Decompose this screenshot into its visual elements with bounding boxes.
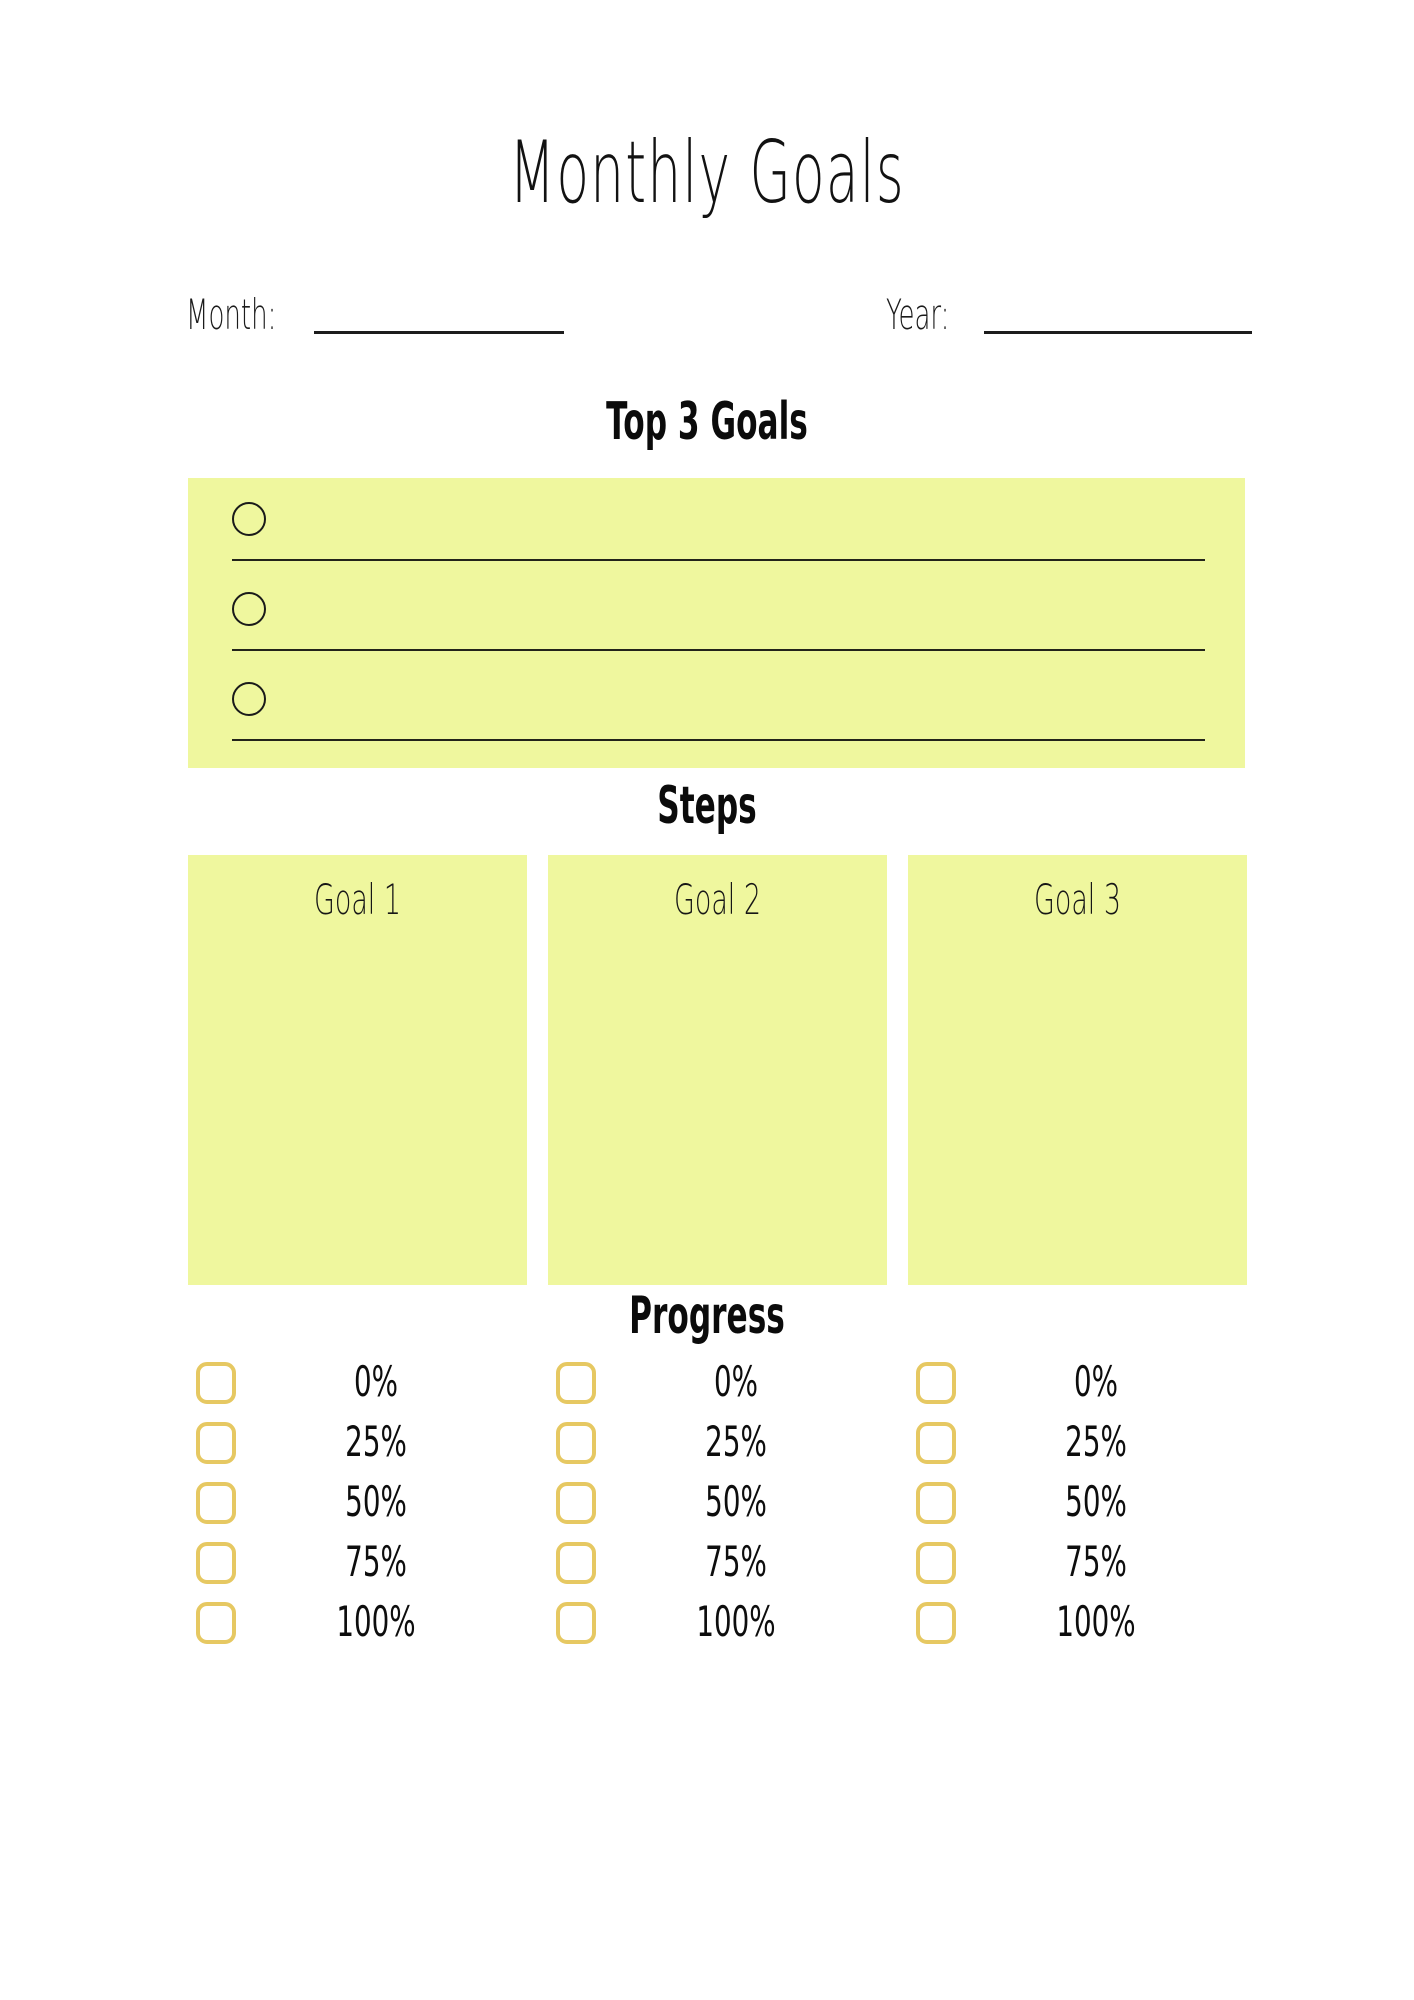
progress-option-label: 100% [336, 1597, 416, 1646]
progress-option[interactable]: 0% [908, 1357, 1247, 1408]
progress-option-label: 0% [354, 1357, 398, 1406]
month-field[interactable]: Month: [186, 290, 564, 339]
progress-option-label: 0% [1074, 1357, 1118, 1406]
steps-column-label: Goal 2 [674, 875, 761, 924]
checkbox-icon[interactable] [556, 1422, 596, 1464]
checkbox-icon[interactable] [916, 1542, 956, 1584]
progress-option[interactable]: 50% [188, 1477, 527, 1528]
circle-bullet-icon[interactable] [232, 682, 266, 716]
checkbox-icon[interactable] [556, 1482, 596, 1524]
progress-option-label: 100% [696, 1597, 776, 1646]
goal-row[interactable] [188, 676, 1245, 766]
progress-option[interactable]: 100% [908, 1597, 1247, 1648]
page-title: Monthly Goals [509, 123, 905, 223]
circle-bullet-icon[interactable] [232, 502, 266, 536]
circle-bullet-icon[interactable] [232, 592, 266, 626]
checkbox-icon[interactable] [916, 1482, 956, 1524]
progress-option[interactable]: 25% [188, 1417, 527, 1468]
progress-option[interactable]: 0% [548, 1357, 887, 1408]
progress-column-goal-3: 0% 25% 50% 75% 100% [908, 1357, 1247, 1644]
progress-option[interactable]: 100% [188, 1597, 527, 1648]
checkbox-icon[interactable] [916, 1422, 956, 1464]
checkbox-icon[interactable] [196, 1422, 236, 1464]
progress-columns: 0% 25% 50% 75% 100% 0% 25% 50% 75% 100% … [188, 1357, 1247, 1644]
top-goals-panel [188, 478, 1245, 768]
year-write-line[interactable] [984, 331, 1252, 334]
goal-write-line[interactable] [232, 649, 1205, 651]
year-label: Year: [886, 290, 950, 339]
checkbox-icon[interactable] [916, 1602, 956, 1644]
progress-option-label: 100% [1056, 1597, 1136, 1646]
top-goals-heading: Top 3 Goals [606, 392, 808, 452]
year-field[interactable]: Year: [886, 290, 1252, 339]
steps-column-goal-2[interactable]: Goal 2 [548, 855, 887, 1285]
checkbox-icon[interactable] [556, 1542, 596, 1584]
progress-column-goal-2: 0% 25% 50% 75% 100% [548, 1357, 887, 1644]
progress-option[interactable]: 100% [548, 1597, 887, 1648]
checkbox-icon[interactable] [556, 1602, 596, 1644]
checkbox-icon[interactable] [196, 1362, 236, 1404]
progress-option[interactable]: 25% [908, 1417, 1247, 1468]
progress-option[interactable]: 75% [908, 1537, 1247, 1588]
progress-option[interactable]: 25% [548, 1417, 887, 1468]
progress-option[interactable]: 75% [188, 1537, 527, 1588]
progress-option-label: 25% [1065, 1417, 1127, 1466]
progress-option-label: 75% [1065, 1537, 1127, 1586]
progress-option-label: 50% [1065, 1477, 1127, 1526]
goal-write-line[interactable] [232, 739, 1205, 741]
progress-option-label: 50% [345, 1477, 407, 1526]
steps-columns: Goal 1 Goal 2 Goal 3 [188, 855, 1247, 1285]
checkbox-icon[interactable] [196, 1482, 236, 1524]
month-write-line[interactable] [314, 331, 564, 334]
progress-option[interactable]: 75% [548, 1537, 887, 1588]
goal-write-line[interactable] [232, 559, 1205, 561]
steps-column-label: Goal 3 [1034, 875, 1121, 924]
steps-heading: Steps [657, 776, 757, 836]
progress-heading: Progress [629, 1286, 785, 1346]
checkbox-icon[interactable] [556, 1362, 596, 1404]
checkbox-icon[interactable] [196, 1602, 236, 1644]
checkbox-icon[interactable] [196, 1542, 236, 1584]
month-label: Month: [186, 290, 277, 339]
progress-option[interactable]: 50% [908, 1477, 1247, 1528]
progress-option-label: 75% [705, 1537, 767, 1586]
goal-row[interactable] [188, 586, 1245, 676]
progress-option-label: 75% [345, 1537, 407, 1586]
progress-column-goal-1: 0% 25% 50% 75% 100% [188, 1357, 527, 1644]
progress-option-label: 25% [345, 1417, 407, 1466]
progress-option-label: 50% [705, 1477, 767, 1526]
worksheet-page: Monthly Goals Month: Year: Top 3 Goals S… [0, 0, 1414, 2000]
checkbox-icon[interactable] [916, 1362, 956, 1404]
progress-option[interactable]: 0% [188, 1357, 527, 1408]
steps-column-goal-1[interactable]: Goal 1 [188, 855, 527, 1285]
progress-option-label: 25% [705, 1417, 767, 1466]
goal-row[interactable] [188, 496, 1245, 586]
progress-option-label: 0% [714, 1357, 758, 1406]
steps-column-goal-3[interactable]: Goal 3 [908, 855, 1247, 1285]
steps-column-label: Goal 1 [314, 875, 401, 924]
progress-option[interactable]: 50% [548, 1477, 887, 1528]
